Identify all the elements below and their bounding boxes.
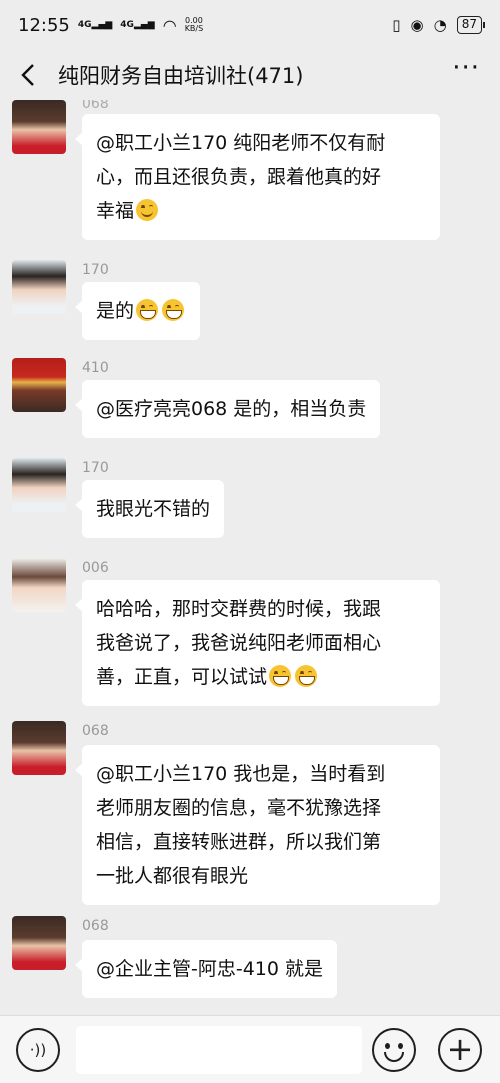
wifi-icon: ◠ [162, 15, 177, 35]
sender-name: 006 [82, 560, 109, 576]
message-text: 哈哈哈，那时交群费的时候，我跟 [96, 598, 382, 620]
net-speed: 0.00 KB/S [184, 16, 204, 33]
voice-button[interactable]: ·)) [16, 1028, 60, 1072]
signal-icon: 4G▂▄▆ [120, 19, 155, 30]
message-text: 我爸说了，我爸说纯阳老师面相心 [96, 632, 382, 654]
sender-name: 068 [82, 723, 109, 739]
message-text: @职工小兰170 我也是，当时看到 [96, 763, 386, 785]
input-bar: ·)) + [0, 1015, 500, 1083]
status-bar: 12:55 4G▂▄▆ 4G▂▄▆ ◠ 0.00 KB/S ▯ ◉ ◔ 87 [0, 0, 500, 50]
avatar[interactable] [12, 358, 66, 412]
plus-button[interactable]: + [438, 1028, 482, 1072]
status-time: 12:55 [18, 14, 70, 36]
emoji-button[interactable] [372, 1028, 416, 1072]
grin-emoji-icon [136, 299, 159, 321]
grin-emoji-icon [295, 665, 318, 687]
battery-indicator: 87 [456, 16, 486, 34]
message-input[interactable] [76, 1026, 362, 1074]
plus-icon: + [446, 1030, 474, 1068]
chat-header: 纯阳财务自由培训社(471) ··· [0, 50, 500, 100]
message-text: 心，而且还很负责，跟着他真的好 [96, 166, 382, 188]
message-text: 善，正直，可以试试 [96, 666, 268, 688]
message-bubble[interactable]: 哈哈哈，那时交群费的时候，我跟 我爸说了，我爸说纯阳老师面相心 善，正直，可以试… [75, 580, 440, 706]
chat-title: 纯阳财务自由培训社(471) [58, 64, 304, 88]
message-bubble[interactable]: @医疗亮亮068 是的，相当负责 [74, 380, 381, 438]
avatar[interactable] [12, 458, 66, 512]
more-dots-icon: ··· [452, 53, 480, 83]
grin-emoji-icon [269, 665, 292, 687]
message-text: 幸福 [96, 200, 135, 222]
sender-name: 068 [82, 918, 109, 934]
message-text: @企业主管-阿忠-410 就是 [96, 958, 324, 980]
avatar[interactable] [12, 260, 66, 314]
message-list[interactable]: 068 @职工小兰170 纯阳老师不仅有耐 心，而且还很负责，跟着他真的好 幸福… [0, 100, 500, 1015]
message-text: 我眼光不错的 [96, 498, 211, 520]
sender-name: 068 [82, 100, 109, 112]
avatar[interactable] [12, 558, 66, 612]
vibrate-icon: ▯ [392, 16, 401, 34]
sender-name: 170 [82, 460, 109, 476]
message-bubble[interactable]: @企业主管-阿忠-410 就是 [74, 940, 338, 998]
sender-name: 410 [82, 360, 109, 376]
avatar[interactable] [12, 916, 66, 970]
message-bubble[interactable]: @职工小兰170 我也是，当时看到 老师朋友圈的信息，毫不犹豫选择 相信，直接转… [75, 745, 440, 905]
message-text: 一批人都很有眼光 [96, 865, 249, 887]
alarm-icon: ◔ [433, 16, 447, 34]
message-text: 相信，直接转账进群，所以我们第 [96, 831, 382, 853]
message-text: @职工小兰170 纯阳老师不仅有耐 [96, 132, 386, 154]
chevron-left-icon [21, 64, 34, 86]
message-text: 是的 [96, 300, 135, 322]
more-options-button[interactable]: ··· [452, 55, 480, 95]
avatar[interactable] [12, 100, 66, 154]
voice-icon: ·)) [29, 1041, 47, 1059]
message-bubble[interactable]: 我眼光不错的 [74, 480, 225, 538]
sender-name: 170 [82, 262, 109, 278]
smile-emoji-icon [136, 199, 159, 221]
message-text: 老师朋友圈的信息，毫不犹豫选择 [96, 797, 382, 819]
message-bubble[interactable]: 是的 [74, 282, 201, 340]
grin-emoji-icon [162, 299, 185, 321]
message-text: @医疗亮亮068 是的，相当负责 [96, 398, 367, 420]
message-bubble[interactable]: @职工小兰170 纯阳老师不仅有耐 心，而且还很负责，跟着他真的好 幸福 [75, 114, 440, 240]
avatar[interactable] [12, 721, 66, 775]
signal-icon: 4G▂▄▆ [77, 19, 113, 30]
lock-icon: ◉ [410, 16, 424, 34]
back-button[interactable] [4, 51, 52, 99]
